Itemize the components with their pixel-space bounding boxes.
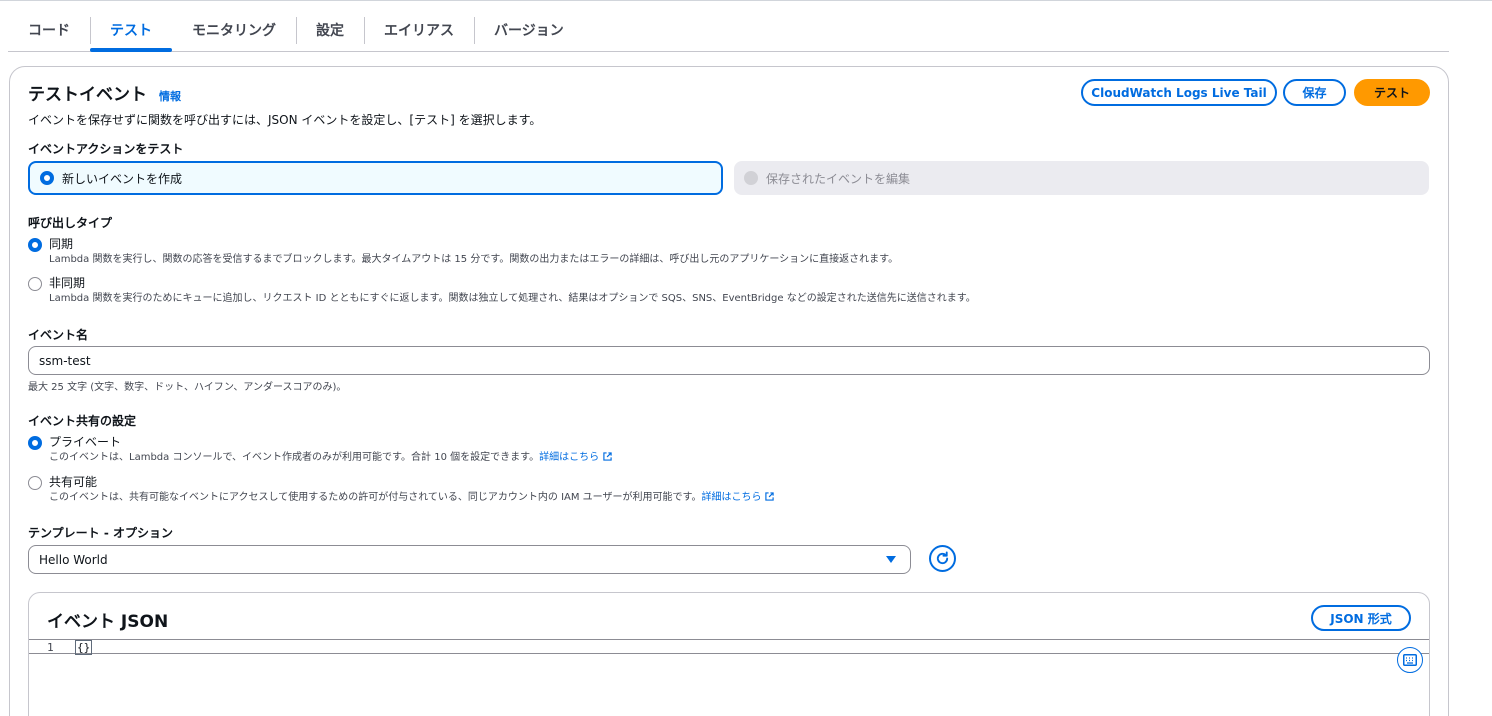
private-description: このイベントは、Lambda コンソールで、イベント作成者のみが利用可能です。合… [49,452,540,463]
sharing-label: イベント共有の設定 [28,414,137,428]
external-link-icon [603,452,612,461]
json-format-button[interactable]: JSON 形式 [1311,605,1411,631]
top-border [0,0,1492,1]
invocation-type-label: 呼び出しタイプ [28,216,113,230]
radio-selected-icon[interactable] [28,436,42,450]
test-button[interactable]: テスト [1354,79,1430,106]
keyboard-icon [1403,654,1417,666]
tab-bar: コード テスト モニタリング 設定 エイリアス バージョン [8,8,1449,52]
shareable-learn-more-link[interactable]: 詳細はこちら [701,492,761,503]
template-label: テンプレート - オプション [28,526,173,540]
tab-versions[interactable]: バージョン [474,8,584,51]
event-json-panel: イベント JSON JSON 形式 1 {} [28,592,1430,716]
line-number: 1 [47,641,54,654]
external-link-icon [765,492,775,501]
radio-selected-icon [40,171,54,185]
radio-unselected-icon[interactable] [28,476,42,490]
sync-label: 同期 [49,237,74,251]
refresh-button[interactable] [929,545,956,572]
radio-disabled-icon [744,171,758,185]
tab-configuration[interactable]: 設定 [296,8,364,51]
invocation-sync-option[interactable]: 同期 Lambda 関数を実行し、関数の応答を受信するまでブロックします。最大タ… [28,236,898,267]
private-learn-more-link[interactable]: 詳細はこちら [539,452,599,463]
async-label: 非同期 [49,276,86,290]
keyboard-shortcuts-button[interactable] [1397,647,1423,673]
edit-saved-event-tile: 保存されたイベントを編集 [734,161,1429,195]
panel-title: テストイベント [28,85,147,105]
event-name-hint: 最大 25 文字 (文字、数字、ドット、ハイフン、アンダースコアのみ)。 [28,382,347,393]
edit-saved-event-label: 保存されたイベントを編集 [766,171,911,186]
sync-description: Lambda 関数を実行し、関数の応答を受信するまでブロックします。最大タイムア… [49,254,899,265]
tab-aliases[interactable]: エイリアス [364,8,474,51]
create-new-event-tile[interactable]: 新しいイベントを作成 [28,161,723,195]
tab-code[interactable]: コード [8,8,90,51]
info-link[interactable]: 情報 [159,88,181,104]
code-editor[interactable]: {} [75,640,93,655]
private-description-row: このイベントは、Lambda コンソールで、イベント作成者のみが利用可能です。合… [49,450,612,465]
event-name-input[interactable]: ssm-test [28,346,1430,375]
tab-test[interactable]: テスト [90,8,172,52]
event-name-label: イベント名 [28,328,89,342]
template-selected-value: Hello World [39,552,108,567]
async-description: Lambda 関数を実行のためにキューに追加し、リクエスト ID とともにすぐに… [49,293,976,304]
event-action-label: イベントアクションをテスト [28,142,184,156]
editor-active-line [29,640,1429,654]
sharing-shareable-option[interactable]: 共有可能 このイベントは、共有可能なイベントにアクセスして使用するための許可が付… [28,474,775,505]
tab-monitoring[interactable]: モニタリング [172,8,296,51]
event-json-title: イベント JSON [47,612,169,632]
radio-unselected-icon[interactable] [28,277,42,291]
radio-selected-icon[interactable] [28,238,42,252]
create-new-event-label: 新しいイベントを作成 [62,171,183,186]
refresh-icon [936,551,949,565]
private-label: プライベート [49,435,122,449]
shareable-label: 共有可能 [49,475,98,489]
shareable-description-row: このイベントは、共有可能なイベントにアクセスして使用するための許可が付与されてい… [49,490,775,505]
panel-description: イベントを保存せずに関数を呼び出すには、JSON イベントを設定し、[テスト] … [28,113,542,127]
shareable-description: このイベントは、共有可能なイベントにアクセスして使用するための許可が付与されてい… [49,492,702,503]
invocation-async-option[interactable]: 非同期 Lambda 関数を実行のためにキューに追加し、リクエスト ID ととも… [28,275,976,306]
template-select[interactable]: Hello World [28,545,911,574]
cloudwatch-live-tail-button[interactable]: CloudWatch Logs Live Tail [1081,79,1277,106]
save-button[interactable]: 保存 [1283,79,1346,106]
caret-down-icon [886,556,896,563]
sharing-private-option[interactable]: プライベート このイベントは、Lambda コンソールで、イベント作成者のみが利… [28,434,612,465]
